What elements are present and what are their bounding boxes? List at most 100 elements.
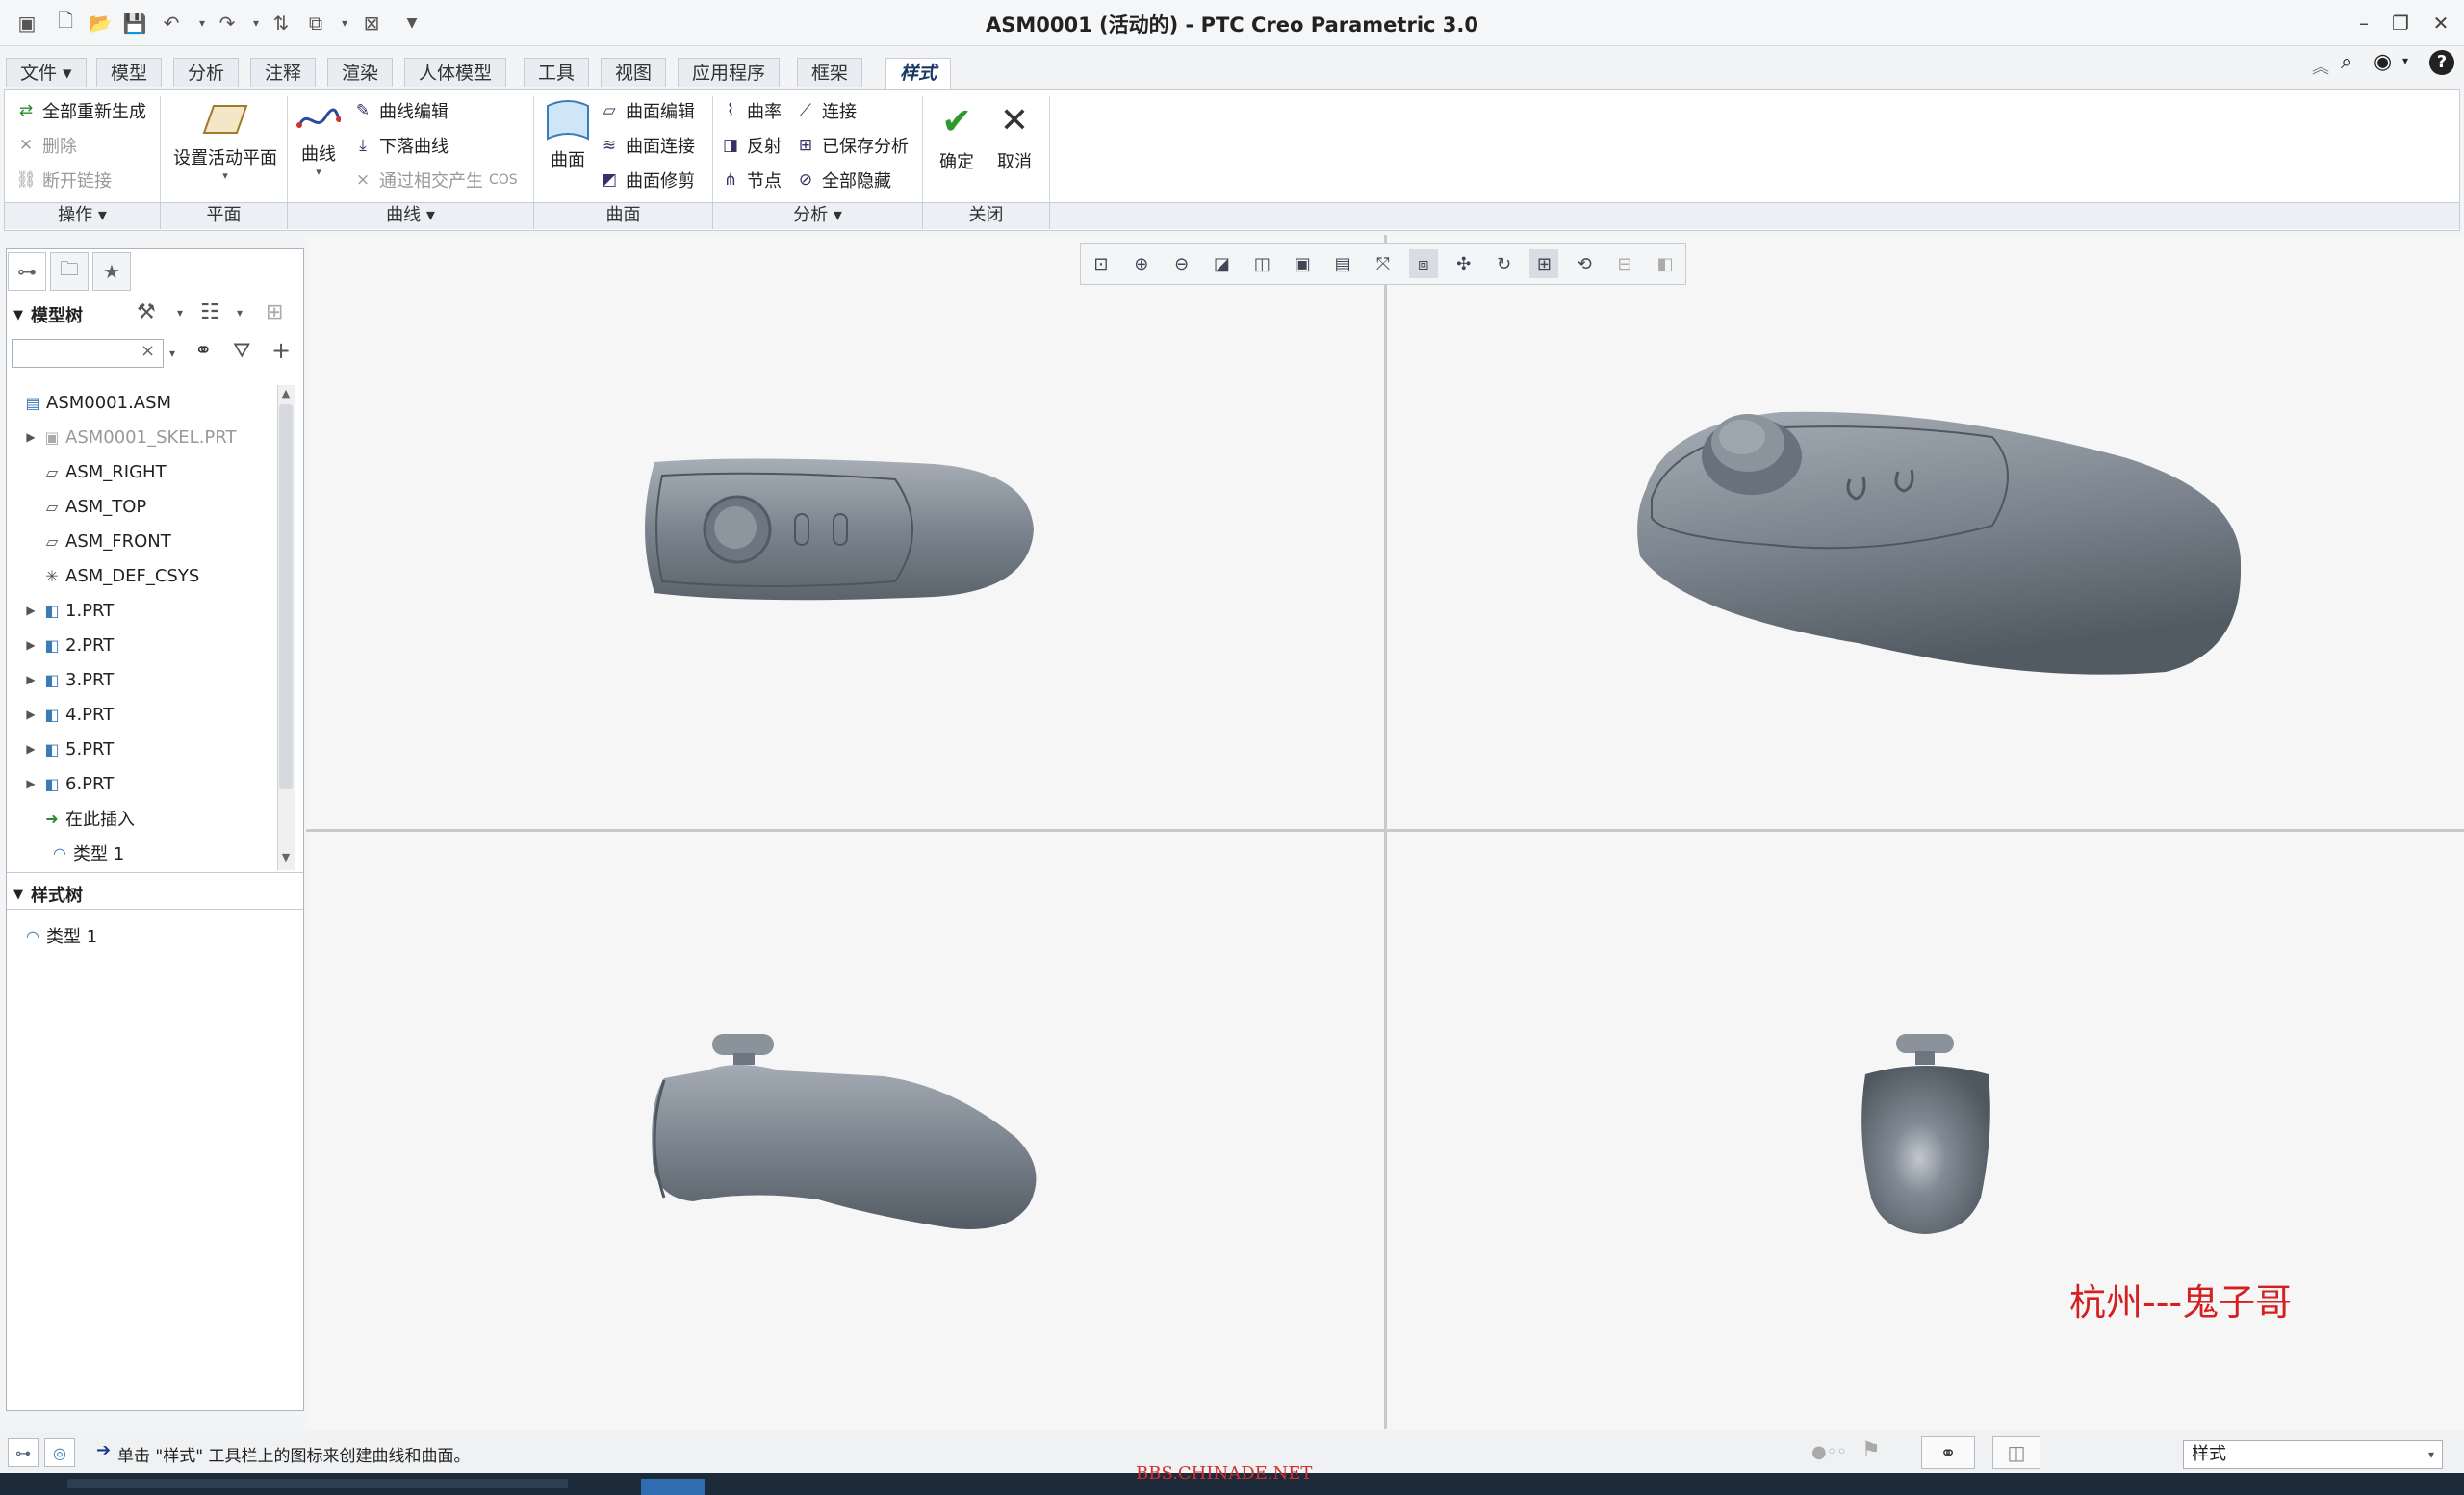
regenerate-all-button[interactable]: ⇄ 全部重新生成 <box>15 98 146 123</box>
front-view-model[interactable] <box>635 1024 1049 1236</box>
toggle-navigator-icon[interactable]: ⊶ <box>8 1438 38 1467</box>
tree-item-asm-top[interactable]: ▱ ASM_TOP <box>23 489 146 524</box>
tree-item-part[interactable]: ▶ ◧ 3.PRT <box>23 662 114 697</box>
refit-icon[interactable]: ⊡ <box>1087 249 1116 278</box>
curve-edit-button[interactable]: ✎ 曲线编辑 <box>352 98 449 123</box>
selection-filter-select[interactable]: 样式 <box>2183 1440 2443 1469</box>
display-style-icon[interactable]: ◫ <box>1247 249 1276 278</box>
tree-item-insert-here[interactable]: ➜ 在此插入 <box>23 801 135 836</box>
filter-icon[interactable]: ⛛ <box>233 339 250 363</box>
tab-style[interactable]: 样式 <box>886 58 952 90</box>
close-icon[interactable]: ✕ <box>2426 10 2456 37</box>
taskbar-app-item[interactable] <box>67 1479 568 1488</box>
find-binoculars-icon[interactable]: ⚭ <box>194 339 212 363</box>
expand-icon[interactable]: ▶ <box>23 673 38 686</box>
expand-icon[interactable]: ▶ <box>23 430 38 444</box>
tree-item-part[interactable]: ▶ ◧ 1.PRT <box>23 593 114 628</box>
top-view-model[interactable] <box>635 447 1049 610</box>
folder-browser-tab-icon[interactable]: 🗀 <box>50 252 89 291</box>
tree-item-style-type[interactable]: ◠ 类型 1 <box>46 836 124 870</box>
tree-item-part[interactable]: ▶ ◧ 2.PRT <box>23 628 114 662</box>
tab-tools[interactable]: 工具 <box>524 58 590 87</box>
zoom-in-icon[interactable]: ⊕ <box>1127 249 1156 278</box>
reflect-button[interactable]: ◨ 反射 <box>720 133 782 158</box>
view-manager-icon[interactable]: ▤ <box>1328 249 1357 278</box>
four-views-icon[interactable]: ⊞ <box>1529 249 1559 278</box>
perspective-icon[interactable]: ⤧ <box>1369 249 1398 278</box>
drop-curve-button[interactable]: ⤓ 下落曲线 <box>352 133 449 158</box>
minimize-icon[interactable]: – <box>2348 10 2379 37</box>
tab-annotate[interactable]: 注释 <box>250 58 317 87</box>
side-view-model[interactable] <box>1848 1028 2002 1242</box>
tree-item-asm-front[interactable]: ▱ ASM_FRONT <box>23 524 171 558</box>
search-dropdown-icon[interactable]: ▾ <box>169 347 175 360</box>
tree-item-part[interactable]: ▶ ◧ 5.PRT <box>23 732 114 766</box>
expand-icon[interactable]: ▶ <box>23 777 38 790</box>
set-active-plane-button[interactable]: 设置活动平面 ▾ <box>166 100 285 182</box>
curvature-button[interactable]: ⌇ 曲率 <box>720 98 782 123</box>
clear-search-icon[interactable]: × <box>141 341 155 361</box>
layout-icon[interactable]: ⊟ <box>1610 249 1639 278</box>
restore-icon[interactable]: ❐ <box>2385 10 2416 37</box>
saved-analysis-button[interactable]: ⊞ 已保存分析 <box>795 133 909 158</box>
model-tree-header[interactable]: ▼ 模型树 <box>13 302 83 327</box>
tree-settings-dropdown-icon[interactable]: ▾ <box>177 306 183 320</box>
tree-item-asm-right[interactable]: ▱ ASM_RIGHT <box>23 454 167 489</box>
delete-button[interactable]: ✕ 删除 <box>15 133 77 158</box>
surface-trim-button[interactable]: ◩ 曲面修剪 <box>599 168 695 193</box>
tree-columns-icon[interactable]: ☷ <box>200 300 219 324</box>
tab-analysis[interactable]: 分析 <box>173 58 240 87</box>
tab-framework[interactable]: 框架 <box>797 58 863 87</box>
expand-icon[interactable]: ▶ <box>23 604 38 617</box>
spin-center-icon[interactable]: ✣ <box>1450 249 1478 278</box>
iso-view-model[interactable] <box>1627 402 2252 682</box>
view-options-icon[interactable]: ⟲ <box>1570 249 1599 278</box>
favorites-tab-icon[interactable]: ★ <box>92 252 131 291</box>
datum-display-icon[interactable]: ⧈ <box>1408 249 1438 278</box>
taskbar-active-app[interactable] <box>641 1479 705 1495</box>
tree-item-part[interactable]: ▶ ◧ 6.PRT <box>23 766 114 801</box>
zoom-out-icon[interactable]: ⊖ <box>1168 249 1196 278</box>
tree-item-asm0001[interactable]: ▤ ASM0001.ASM <box>19 385 171 420</box>
expand-icon[interactable]: ▶ <box>23 742 38 756</box>
surface-edit-button[interactable]: ▱ 曲面编辑 <box>599 98 695 123</box>
break-link-button[interactable]: ⛓ 断开链接 <box>15 168 112 193</box>
surface-button[interactable]: 曲面 <box>539 98 597 171</box>
tree-show-icon[interactable]: ⊞ <box>266 300 283 324</box>
group-label-curves[interactable]: 曲线 ▾ <box>288 202 534 229</box>
split-view-icon[interactable]: ◧ <box>1651 249 1680 278</box>
filter-dropdown-icon[interactable]: ▾ <box>2420 1440 2443 1469</box>
search-icon[interactable]: ⌕ <box>2341 50 2352 74</box>
tree-columns-dropdown-icon[interactable]: ▾ <box>237 306 243 320</box>
group-label-ops[interactable]: 操作 ▾ <box>5 202 161 229</box>
tab-view[interactable]: 视图 <box>601 58 667 87</box>
tree-settings-icon[interactable]: ⚒ <box>137 300 156 324</box>
help-icon[interactable]: ? <box>2429 50 2454 75</box>
curve-button[interactable]: 曲线 ▾ <box>293 104 345 178</box>
group-label-analysis[interactable]: 分析 ▾ <box>713 202 923 229</box>
style-tree-header[interactable]: ▼ 样式树 <box>13 882 83 907</box>
ok-button[interactable]: ✔ 确定 <box>930 100 984 173</box>
tab-render[interactable]: 渲染 <box>327 58 394 87</box>
scroll-down-icon[interactable]: ▼ <box>277 851 295 863</box>
tree-item-csys[interactable]: ✳ ASM_DEF_CSYS <box>23 558 199 593</box>
connect-button[interactable]: ⟋ 连接 <box>795 98 857 123</box>
tab-model[interactable]: 模型 <box>96 58 163 87</box>
surface-connect-button[interactable]: ≋ 曲面连接 <box>599 133 695 158</box>
saved-orientations-icon[interactable]: ▣ <box>1288 249 1317 278</box>
style-tree-item[interactable]: ◠ 类型 1 <box>19 918 97 953</box>
expand-icon[interactable]: ▶ <box>23 708 38 721</box>
flag-icon[interactable]: ⚑ <box>1861 1438 1881 1462</box>
intersect-curve-button[interactable]: ⨯ 通过相交产生 COS <box>352 168 518 193</box>
annotation-display-icon[interactable]: ↻ <box>1490 249 1519 278</box>
tab-file[interactable]: 文件 ▾ <box>6 58 87 87</box>
hide-all-button[interactable]: ⊘ 全部隐藏 <box>795 168 891 193</box>
tab-applications[interactable]: 应用程序 <box>678 58 781 87</box>
community-dropdown-icon[interactable]: ▾ <box>2402 54 2408 67</box>
model-tree-tab-icon[interactable]: ⊶ <box>8 252 46 291</box>
tab-manikin[interactable]: 人体模型 <box>404 58 507 87</box>
community-icon[interactable]: ◉ <box>2374 50 2392 74</box>
tree-item-part[interactable]: ▶ ◧ 4.PRT <box>23 697 114 732</box>
tree-item-skel[interactable]: ▶ ▣ ASM0001_SKEL.PRT <box>23 420 236 454</box>
toggle-browser-icon[interactable]: ◎ <box>44 1438 75 1467</box>
